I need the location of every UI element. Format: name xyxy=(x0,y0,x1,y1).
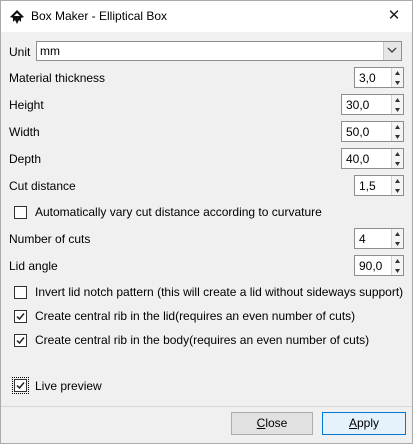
spin-buttons xyxy=(391,149,403,168)
apply-button[interactable]: Apply xyxy=(322,412,406,435)
spin-down-icon[interactable] xyxy=(392,239,403,248)
title-bar: Box Maker - Elliptical Box ✕ xyxy=(1,1,412,32)
unit-label: Unit xyxy=(9,45,31,59)
rib-lid-label: Create central rib in the lid(requires a… xyxy=(35,309,356,323)
height-spinbox[interactable]: 30,0 xyxy=(341,94,404,115)
spin-up-icon[interactable] xyxy=(392,149,403,158)
number-of-cuts-spinbox[interactable]: 4 xyxy=(354,228,404,249)
spin-down-icon[interactable] xyxy=(392,186,403,195)
cut-distance-label: Cut distance xyxy=(9,179,76,193)
apply-label: pply xyxy=(357,416,380,430)
checkmark-icon xyxy=(16,337,25,345)
chevron-down-icon[interactable] xyxy=(383,42,401,60)
width-value: 50,0 xyxy=(346,125,370,139)
number-of-cuts-label: Number of cuts xyxy=(9,232,91,246)
spin-buttons xyxy=(391,68,403,87)
vary-cut-checkbox[interactable] xyxy=(14,206,27,219)
spin-buttons xyxy=(391,229,403,248)
spin-up-icon[interactable] xyxy=(392,176,403,185)
material-thickness-spinbox[interactable]: 3,0 xyxy=(354,67,404,88)
button-bar: Close Apply xyxy=(1,407,412,443)
number-of-cuts-value: 4 xyxy=(359,232,366,246)
window-title: Box Maker - Elliptical Box xyxy=(31,9,168,23)
live-preview-label: Live preview xyxy=(35,379,102,393)
checkmark-icon xyxy=(16,382,25,390)
spin-up-icon[interactable] xyxy=(392,95,403,104)
spin-buttons xyxy=(391,122,403,141)
lid-angle-label: Lid angle xyxy=(9,259,58,273)
checkmark-icon xyxy=(16,313,25,321)
width-spinbox[interactable]: 50,0 xyxy=(341,121,404,142)
depth-spinbox[interactable]: 40,0 xyxy=(341,148,404,169)
spin-down-icon[interactable] xyxy=(392,266,403,275)
height-label: Height xyxy=(9,98,44,112)
close-label: lose xyxy=(265,416,288,430)
unit-value: mm xyxy=(40,44,60,58)
spin-buttons xyxy=(391,256,403,275)
lid-angle-spinbox[interactable]: 90,0 xyxy=(354,255,404,276)
spin-up-icon[interactable] xyxy=(392,229,403,238)
vary-cut-label: Automatically vary cut distance accordin… xyxy=(35,205,322,219)
invert-lid-checkbox[interactable] xyxy=(14,286,27,299)
spin-down-icon[interactable] xyxy=(392,105,403,114)
close-button[interactable]: Close xyxy=(231,412,313,435)
cut-distance-spinbox[interactable]: 1,5 xyxy=(354,175,404,196)
dialog-window: Box Maker - Elliptical Box ✕ Unit mm Mat… xyxy=(0,0,413,444)
inkscape-app-icon xyxy=(9,10,25,24)
live-preview-checkbox[interactable] xyxy=(12,377,29,394)
spin-buttons xyxy=(391,176,403,195)
material-thickness-value: 3,0 xyxy=(359,71,376,85)
rib-body-checkbox[interactable] xyxy=(14,334,27,347)
spin-down-icon[interactable] xyxy=(392,132,403,141)
lid-angle-value: 90,0 xyxy=(359,259,383,273)
unit-select[interactable]: mm xyxy=(36,41,402,61)
spin-up-icon[interactable] xyxy=(392,68,403,77)
close-icon[interactable]: ✕ xyxy=(383,5,405,27)
cut-distance-value: 1,5 xyxy=(359,179,376,193)
height-value: 30,0 xyxy=(346,98,370,112)
spin-down-icon[interactable] xyxy=(392,159,403,168)
depth-value: 40,0 xyxy=(346,152,370,166)
material-thickness-label: Material thickness xyxy=(9,71,106,85)
spin-down-icon[interactable] xyxy=(392,78,403,87)
width-label: Width xyxy=(9,125,40,139)
rib-lid-checkbox[interactable] xyxy=(14,310,27,323)
depth-label: Depth xyxy=(9,152,42,166)
spin-buttons xyxy=(391,95,403,114)
apply-accesskey: A xyxy=(348,416,357,430)
spin-up-icon[interactable] xyxy=(392,122,403,131)
rib-body-label: Create central rib in the body(requires … xyxy=(35,333,370,347)
spin-up-icon[interactable] xyxy=(392,256,403,265)
invert-lid-label: Invert lid notch pattern (this will crea… xyxy=(35,285,404,299)
